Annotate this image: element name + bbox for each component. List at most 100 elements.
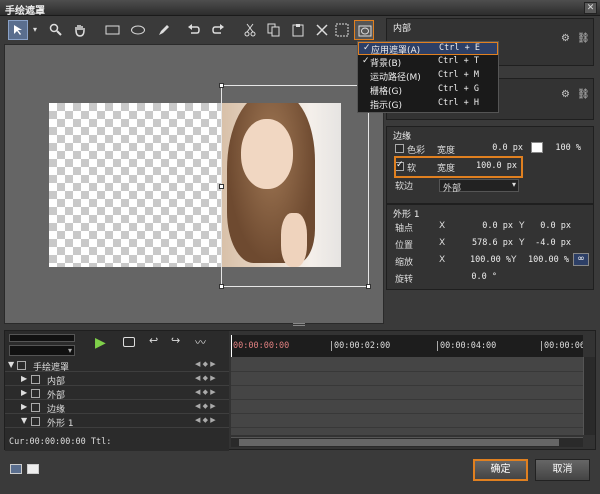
select-tool-button[interactable] xyxy=(8,20,28,40)
pivot-x-field[interactable]: 0.0 px xyxy=(457,221,513,231)
mask-view-button[interactable] xyxy=(354,20,374,40)
link-scale-icon[interactable]: ∞ xyxy=(573,253,589,266)
ok-button[interactable]: 确定 xyxy=(473,459,528,481)
select-all-button[interactable] xyxy=(332,20,352,40)
expand-icon[interactable]: ▼ xyxy=(21,416,27,425)
link-icon[interactable]: ⛓ xyxy=(577,89,590,100)
rectangle-icon xyxy=(105,25,120,35)
paste-button[interactable] xyxy=(288,20,308,40)
prev-keyframe-icon[interactable]: ↩ xyxy=(149,334,158,347)
cancel-button[interactable]: 取消 xyxy=(535,459,590,481)
track-row[interactable]: ▼ 外形 1 ◀ ◆ ▶ xyxy=(5,415,229,429)
next-keyframe-icon[interactable]: ↪ xyxy=(171,334,180,347)
soft-edge-label: 软边 xyxy=(395,182,414,192)
scissors-icon xyxy=(244,23,256,37)
curve-icon[interactable]: 〰 xyxy=(195,334,206,350)
track-row[interactable]: ▶ 内部 ◀ ◆ ▶ xyxy=(5,373,229,387)
pen-tool-button[interactable] xyxy=(154,20,174,40)
horizontal-scrollbar[interactable] xyxy=(231,437,583,447)
mask-bounding-box[interactable] xyxy=(219,83,371,289)
close-button[interactable]: ✕ xyxy=(584,2,597,14)
rotation-field[interactable]: 0.0 ° xyxy=(445,272,497,282)
position-label: 位置 xyxy=(395,241,414,251)
window-title: 手绘遮罩 xyxy=(5,6,45,17)
ellipse-tool-button[interactable] xyxy=(128,20,148,40)
playhead[interactable] xyxy=(231,335,232,357)
timeline-scale-select[interactable]: ▾ xyxy=(9,345,75,356)
color-checkbox[interactable] xyxy=(395,144,404,153)
resize-handle[interactable] xyxy=(219,184,224,189)
gear-icon[interactable]: ⚙ xyxy=(561,89,570,100)
edge-color-swatch[interactable] xyxy=(531,142,543,153)
toolbar: ▾ xyxy=(4,20,384,42)
add-keyframe-icon[interactable] xyxy=(123,337,135,347)
soft-edge-highlight xyxy=(394,156,523,178)
splitter-grip[interactable] xyxy=(293,323,305,326)
vertical-scrollbar[interactable] xyxy=(583,357,595,435)
timeline-zoom-slider[interactable] xyxy=(9,334,75,342)
scale-x-field[interactable]: 100.00 % xyxy=(453,255,511,265)
zoom-tool-button[interactable] xyxy=(46,20,66,40)
cut-button[interactable] xyxy=(240,20,260,40)
menu-item-indicator[interactable]: 指示(G) Ctrl + H xyxy=(358,98,498,111)
expand-icon[interactable]: ▶ xyxy=(21,388,27,397)
tool-dropdown-arrow[interactable]: ▾ xyxy=(30,20,40,40)
keyframe-nav-icon[interactable]: ◀ ◆ ▶ xyxy=(195,360,216,368)
edge-width-field[interactable]: 0.0 px xyxy=(471,143,523,153)
expand-icon[interactable]: ▶ xyxy=(21,402,27,411)
expand-icon[interactable]: ▼ xyxy=(8,360,14,369)
section-title: 外形 1 xyxy=(393,210,420,220)
preview-toggle-icon[interactable] xyxy=(27,464,39,474)
layout-toggle-icon[interactable] xyxy=(10,464,22,474)
section-title: 内部 xyxy=(393,24,412,34)
keyframe-nav-icon[interactable]: ◀ ◆ ▶ xyxy=(195,388,216,396)
check-icon: ✓ xyxy=(362,56,370,66)
width-label: 宽度 xyxy=(437,146,456,156)
menu-item-motion-path[interactable]: 运动路径(M) Ctrl + M xyxy=(358,70,498,83)
pivot-y-field[interactable]: 0.0 px xyxy=(527,221,571,231)
preview-canvas[interactable] xyxy=(4,44,384,324)
resize-handle[interactable] xyxy=(219,83,224,88)
keyframe-nav-icon[interactable]: ◀ ◆ ▶ xyxy=(195,416,216,424)
transparent-area xyxy=(49,103,221,267)
keyframe-nav-icon[interactable]: ◀ ◆ ▶ xyxy=(195,402,216,410)
copy-button[interactable] xyxy=(264,20,284,40)
delete-button[interactable] xyxy=(312,20,332,40)
menu-item-apply-mask[interactable]: ✓ 应用遮罩(A) Ctrl + E xyxy=(358,42,498,56)
rectangle-tool-button[interactable] xyxy=(102,20,122,40)
track-row[interactable]: ▼ 手绘遮罩 ◀ ◆ ▶ xyxy=(5,359,229,373)
resize-handle[interactable] xyxy=(219,284,224,289)
hand-icon xyxy=(75,25,85,37)
undo-button[interactable] xyxy=(184,20,204,40)
time-ruler[interactable]: 00:00:00:00 00:00:02:00 00:00:04:00 00:0… xyxy=(231,335,583,357)
position-y-field[interactable]: -4.0 px xyxy=(527,238,571,248)
soft-edge-select[interactable]: 外部 ▾ xyxy=(439,179,519,194)
track-list: ▾ ▶ ↩ ↪ 〰 ▼ 手绘遮罩 ◀ ◆ ▶ ▶ 内部 ◀ ◆ ▶ ▶ 外部 ◀… xyxy=(5,331,229,451)
timeline-tracks-area[interactable] xyxy=(231,357,583,435)
ellipse-icon xyxy=(131,25,145,35)
position-x-field[interactable]: 578.6 px xyxy=(457,238,513,248)
paste-icon xyxy=(292,24,304,37)
scroll-thumb[interactable] xyxy=(239,439,559,446)
title-bar: 手绘遮罩 ✕ xyxy=(0,0,600,17)
keyframe-nav-icon[interactable]: ◀ ◆ ▶ xyxy=(195,374,216,382)
link-icon[interactable]: ⛓ xyxy=(577,33,590,44)
mask-icon xyxy=(358,25,372,37)
opacity-field[interactable]: 100 % xyxy=(551,143,581,153)
pivot-label: 轴点 xyxy=(395,224,414,234)
resize-handle[interactable] xyxy=(366,284,371,289)
color-label: 色彩 xyxy=(407,146,426,156)
hand-tool-button[interactable] xyxy=(70,20,90,40)
track-row[interactable]: ▶ 边缘 ◀ ◆ ▶ xyxy=(5,401,229,415)
track-row[interactable]: ▶ 外部 ◀ ◆ ▶ xyxy=(5,387,229,401)
play-button[interactable]: ▶ xyxy=(95,335,106,351)
expand-icon[interactable]: ▶ xyxy=(21,374,27,383)
menu-item-grid[interactable]: 栅格(G) Ctrl + G xyxy=(358,84,498,97)
chevron-down-icon: ▾ xyxy=(511,180,516,189)
timeline-panel: ▾ ▶ ↩ ↪ 〰 ▼ 手绘遮罩 ◀ ◆ ▶ ▶ 内部 ◀ ◆ ▶ ▶ 外部 ◀… xyxy=(4,330,596,451)
scale-y-field[interactable]: 100.00 % xyxy=(517,255,569,265)
select-all-icon xyxy=(335,23,349,37)
gear-icon[interactable]: ⚙ xyxy=(561,33,570,44)
menu-item-background[interactable]: ✓ 背景(B) Ctrl + T xyxy=(358,56,498,69)
redo-button[interactable] xyxy=(208,20,228,40)
